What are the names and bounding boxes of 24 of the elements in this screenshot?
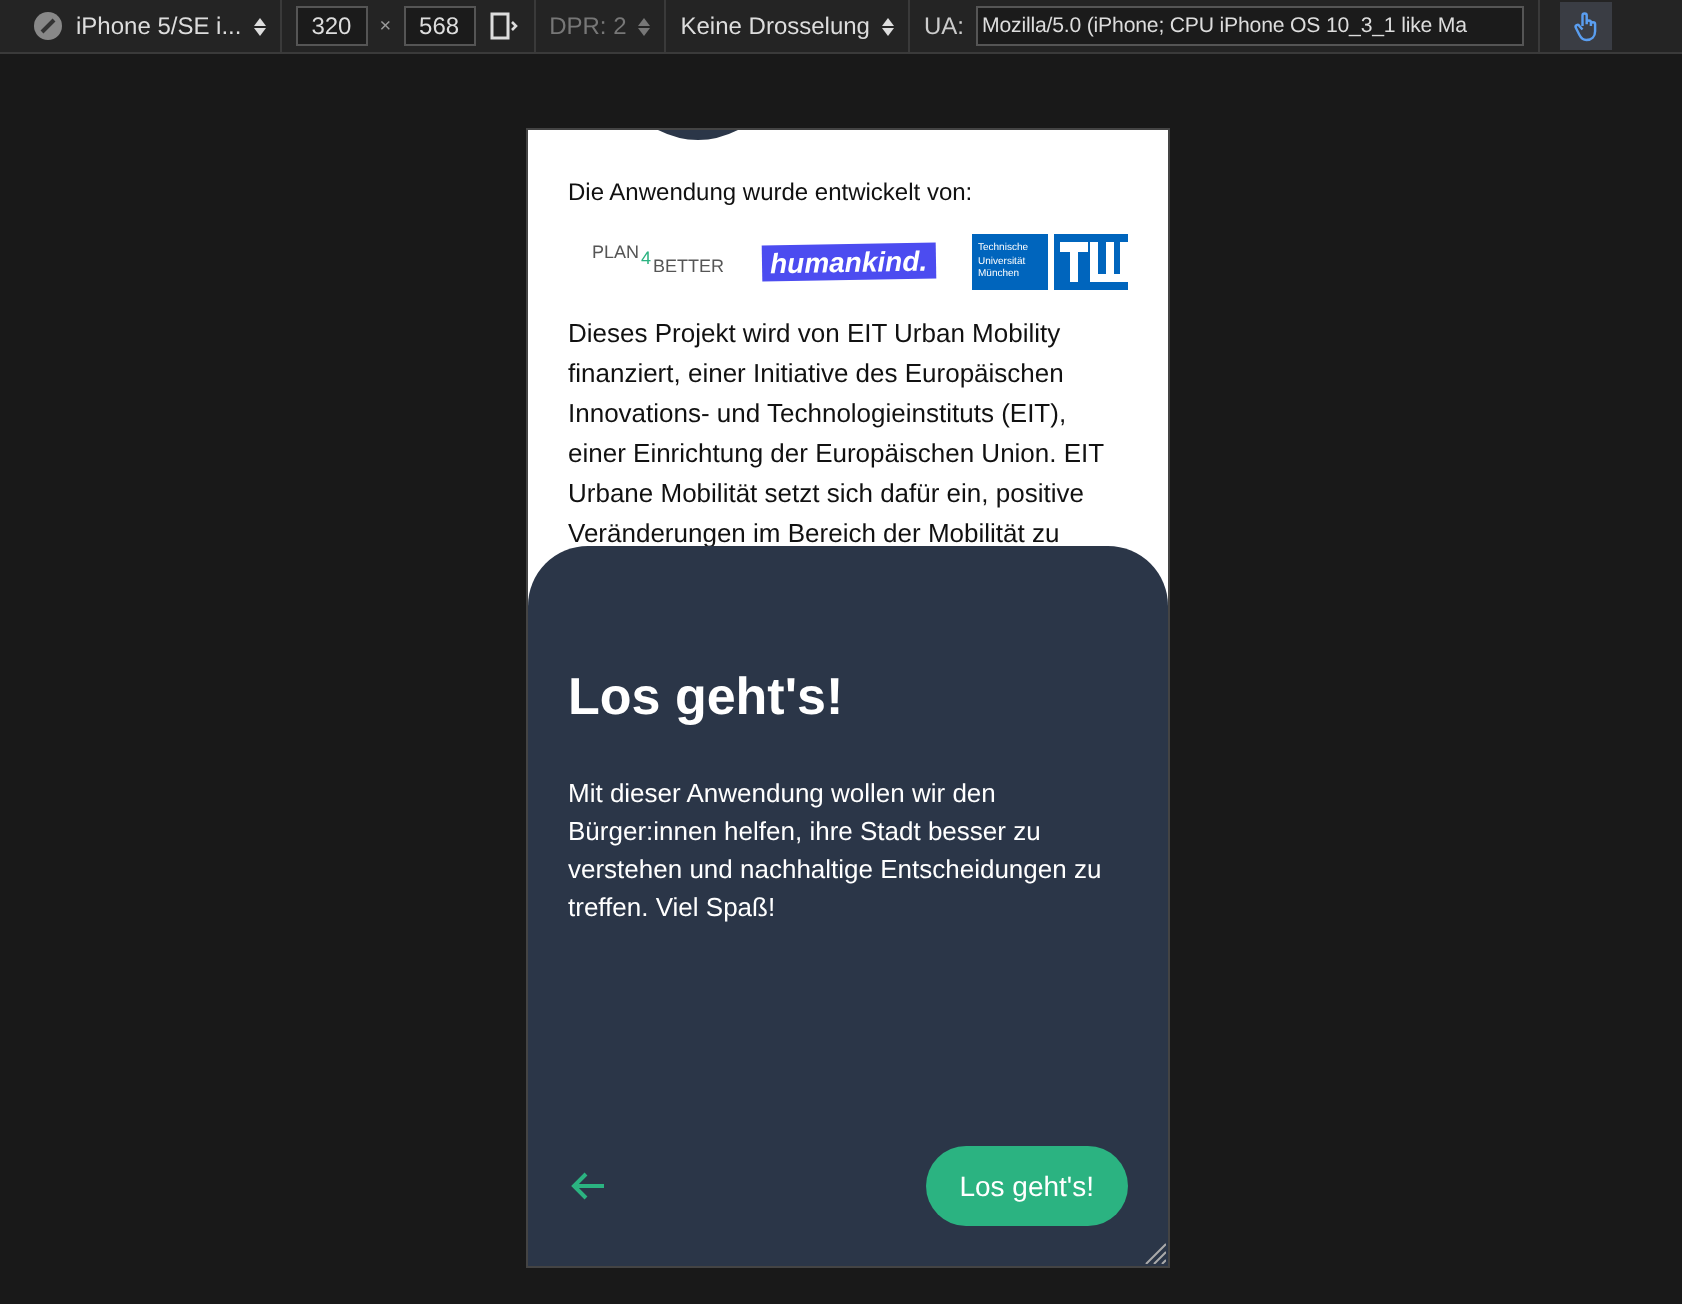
times-sign: × [379,15,392,37]
width-field[interactable]: 320 [295,6,368,46]
chevron-updown-icon [253,17,266,35]
device-icon [32,10,64,42]
sheet-title: Los geht's! [568,666,846,728]
ua-label: UA: [923,12,964,40]
humankind-logo: humankind. [762,242,937,282]
back-arrow-icon[interactable] [568,1170,608,1202]
plan4better-logo: PLAN4BETTER [590,242,727,280]
blob-shape [658,130,738,142]
resize-handle-icon[interactable] [1142,1240,1166,1264]
height-field[interactable]: 568 [403,6,476,46]
sheet-text: Mit dieser Anwendung wollen wir den Bürger:innen helfen, ihre Stadt besser zu verstehen und nachhaltige Entscheidungen zu treffen. Viel Spaß! [568,776,1104,926]
funding-paragraph: Dieses Projekt wird von EIT Urban Mobility finanziert, einer Initiative des Europäischen Innovations- und Technologieinstituts (EIT), einer Einrichtung der Europäischen Union. EIT Urbane Mobilität setzt sich dafür ein, positive Veränderungen im Bereich der Mobilität zu [568,316,1106,552]
developed-by-text: Die Anwendung wurde entwickelt von: [568,178,975,206]
user-agent-field[interactable]: Mozilla/5.0 (iPhone; CPU iPhone OS 10_3_1 like Ma [976,6,1524,46]
chevron-updown-icon [638,17,651,35]
chevron-updown-icon [881,17,894,35]
tum-logo-icon [1054,234,1128,290]
device-select[interactable]: iPhone 5/SE i... [76,12,266,40]
throttling-select[interactable]: Keine Drosselung [680,12,894,40]
rotate-icon[interactable] [487,10,520,42]
hand-pointer-icon [1572,8,1600,44]
touch-toggle[interactable] [1560,2,1612,50]
